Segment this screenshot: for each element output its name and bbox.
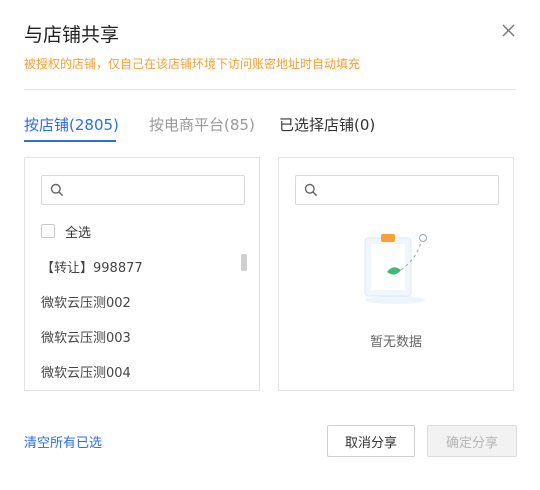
active-tab-indicator bbox=[24, 140, 116, 142]
confirm-share-button[interactable]: 确定分享 bbox=[427, 425, 517, 457]
store-list-item[interactable]: 微软云压测003 bbox=[41, 327, 131, 346]
tab-selected-stores[interactable]: 已选择店铺(0) bbox=[279, 114, 375, 135]
search-icon bbox=[50, 183, 64, 197]
store-list-item[interactable]: 微软云压测002 bbox=[41, 292, 131, 311]
store-list-item[interactable]: 微软云压测004 bbox=[41, 362, 131, 381]
select-all-row[interactable]: 全选 bbox=[41, 222, 92, 241]
selected-search-box[interactable] bbox=[295, 175, 499, 205]
clear-all-selected-link[interactable]: 清空所有已选 bbox=[24, 432, 102, 451]
selected-search-input[interactable] bbox=[324, 179, 496, 203]
store-list-panel: 全选 【转让】998877 微软云压测002 微软云压测003 微软云压测004 bbox=[24, 157, 260, 391]
selected-stores-panel: 暂无数据 bbox=[278, 157, 514, 391]
share-with-stores-dialog: 与店铺共享 被授权的店铺，仅自己在该店铺环境下访问账密地址时自动填充 按店铺(2… bbox=[0, 0, 540, 490]
store-list-item[interactable]: 【转让】998877 bbox=[41, 257, 143, 276]
search-icon bbox=[304, 183, 318, 197]
select-all-checkbox[interactable] bbox=[41, 224, 55, 238]
tab-by-store[interactable]: 按店铺(2805) bbox=[24, 114, 119, 135]
store-search-box[interactable] bbox=[41, 175, 245, 205]
cancel-share-button[interactable]: 取消分享 bbox=[327, 425, 415, 457]
dialog-hint: 被授权的店铺，仅自己在该店铺环境下访问账密地址时自动填充 bbox=[24, 57, 361, 71]
tab-by-platform[interactable]: 按电商平台(85) bbox=[149, 114, 255, 135]
empty-clipboard-illustration bbox=[364, 234, 427, 304]
dialog-title: 与店铺共享 bbox=[24, 24, 120, 46]
store-search-input[interactable] bbox=[70, 179, 242, 203]
select-all-label: 全选 bbox=[65, 225, 92, 241]
header-divider bbox=[24, 89, 516, 90]
list-scrollbar-thumb[interactable] bbox=[241, 254, 247, 271]
empty-state-text: 暂无数据 bbox=[369, 335, 422, 350]
close-icon[interactable] bbox=[498, 20, 520, 42]
